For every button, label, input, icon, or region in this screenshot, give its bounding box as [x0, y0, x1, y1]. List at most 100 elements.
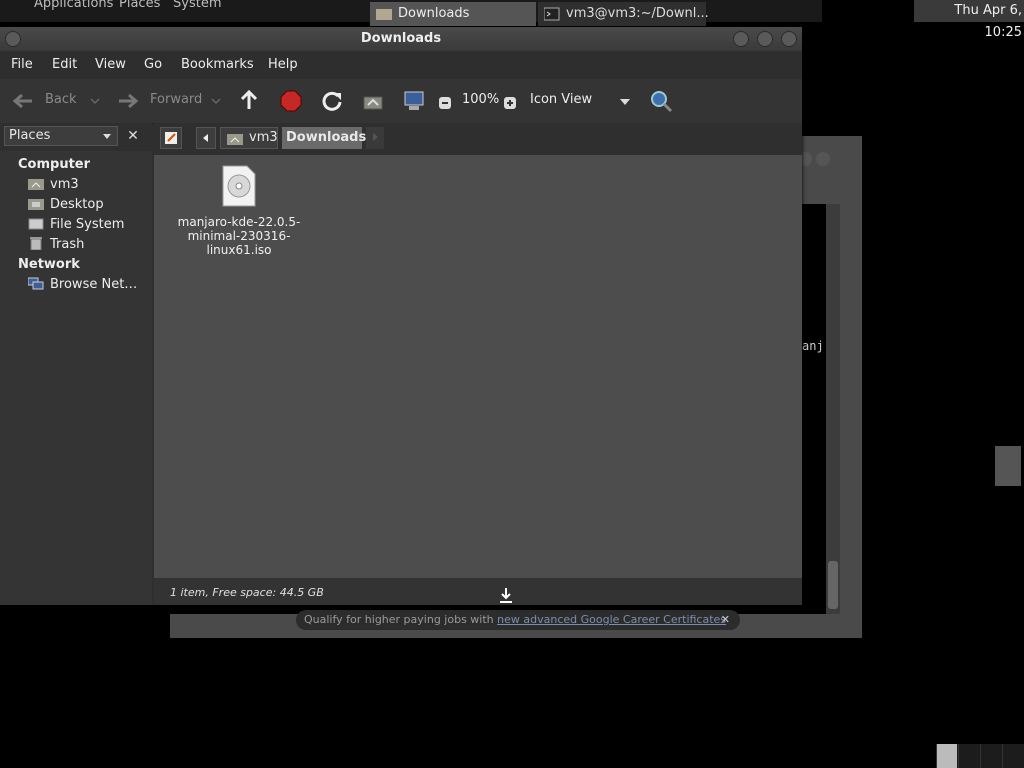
menu-help[interactable]: Help — [268, 57, 298, 72]
window-title: Downloads — [360, 31, 442, 46]
folder-icon — [376, 9, 392, 20]
menu-bookmarks[interactable]: Bookmarks — [181, 57, 254, 72]
status-text: 1 item, Free space: 44.5 GB — [170, 586, 324, 599]
sidebar-item-label: File System — [50, 217, 125, 232]
reload-icon[interactable] — [321, 90, 343, 112]
notification-text: Qualify for higher paying jobs with — [304, 613, 498, 626]
file-manager-window: Downloads File Edit View Go Bookmarks He… — [0, 27, 802, 605]
chevron-left-icon — [203, 134, 208, 142]
terminal-window-buttons[interactable] — [798, 152, 834, 170]
menu-file[interactable]: File — [11, 57, 33, 72]
close-button[interactable] — [781, 31, 797, 47]
clock[interactable]: Thu Apr 6, 10:25 — [914, 0, 1024, 40]
sidebar-item-trash[interactable]: Trash — [28, 237, 84, 255]
sidebar-item-file-system[interactable]: File System — [28, 217, 124, 235]
notification-bar: Qualify for higher paying jobs with new … — [296, 610, 740, 630]
terminal-gap — [0, 605, 166, 627]
places-dropdown-label: Places — [9, 128, 51, 143]
applications-menu[interactable]: Applications — [34, 0, 113, 11]
sidebar-heading-computer: Computer — [18, 157, 91, 172]
sidebar-item-label: Desktop — [50, 197, 104, 212]
sidebar-item-label: Browse Net… — [50, 277, 138, 292]
menu-go[interactable]: Go — [144, 57, 162, 72]
workspace-1[interactable] — [936, 744, 957, 768]
forward-button[interactable]: Forward — [150, 92, 202, 107]
notification-close-button[interactable]: ✕ — [721, 610, 730, 630]
taskbar-item-terminal[interactable]: vm3@vm3:~/Downl... — [538, 2, 709, 26]
sidebar-item-vm3[interactable]: vm3 — [28, 177, 79, 195]
places-sidebar: Computer vm3 Desktop File System Trash N… — [0, 151, 152, 605]
path-scroll-right-button[interactable] — [366, 127, 384, 149]
maximize-button[interactable] — [757, 31, 773, 47]
menubar: File Edit View Go Bookmarks Help — [0, 51, 802, 79]
sidebar-heading-network: Network — [18, 257, 80, 272]
terminal-icon — [544, 7, 560, 21]
edit-path-button[interactable] — [160, 127, 182, 149]
file-name-line: manjaro-kde-22.0.5- — [177, 215, 301, 229]
zoom-out-icon[interactable] — [438, 96, 452, 110]
path-bar: vm3 Downloads — [154, 123, 802, 153]
search-icon[interactable] — [649, 89, 673, 113]
trash-icon — [30, 237, 42, 250]
minimize-button[interactable] — [733, 31, 749, 47]
taskbar-item-label: Downloads — [398, 6, 470, 21]
home-folder-icon — [227, 134, 243, 145]
computer-icon[interactable] — [403, 90, 425, 112]
desktop-widget[interactable] — [995, 446, 1021, 486]
menu-view[interactable]: View — [95, 57, 126, 72]
sidebar-item-label: Trash — [50, 237, 85, 252]
forward-history-chevron-icon[interactable] — [211, 97, 221, 105]
places-bar: Places ✕ — [0, 123, 152, 149]
places-close-button[interactable]: ✕ — [124, 127, 142, 145]
file-view[interactable]: manjaro-kde-22.0.5- minimal-230316- linu… — [154, 155, 802, 605]
file-name: manjaro-kde-22.0.5- minimal-230316- linu… — [174, 215, 304, 257]
file-item[interactable]: manjaro-kde-22.0.5- minimal-230316- linu… — [174, 165, 304, 257]
zoom-in-icon[interactable] — [503, 96, 517, 110]
file-name-line: linux61.iso — [206, 243, 272, 257]
pencil-icon — [165, 132, 177, 144]
system-menu[interactable]: System — [173, 0, 221, 11]
forward-arrow-icon[interactable] — [117, 93, 139, 109]
places-dropdown[interactable]: Places — [4, 126, 118, 146]
home-icon[interactable] — [362, 91, 384, 111]
terminal-scrollbar[interactable] — [826, 204, 840, 614]
download-icon — [500, 588, 512, 603]
places-dropdown-chevron-icon — [103, 134, 111, 139]
view-mode-select[interactable]: Icon View — [530, 92, 592, 107]
path-segment-label: vm3 — [249, 130, 278, 145]
home-folder-icon — [28, 179, 44, 190]
chevron-right-icon — [373, 133, 378, 141]
terminal-partial-text: anj — [802, 339, 824, 353]
sidebar-item-label: vm3 — [50, 177, 79, 192]
stop-icon[interactable] — [280, 90, 302, 112]
notification-link[interactable]: new advanced Google Career Certificates — [497, 613, 726, 626]
back-arrow-icon[interactable] — [12, 93, 34, 109]
taskbar-item-downloads[interactable]: Downloads — [370, 2, 536, 26]
up-arrow-icon[interactable] — [239, 89, 259, 111]
path-scroll-left-button[interactable] — [196, 127, 216, 149]
back-button[interactable]: Back — [45, 92, 77, 107]
network-icon — [28, 277, 44, 290]
path-segment-vm3[interactable]: vm3 — [220, 127, 278, 149]
desktop-folder-icon — [28, 199, 44, 210]
disc-image-icon — [222, 165, 256, 207]
terminal-scrollbar-thumb[interactable] — [828, 561, 838, 609]
status-bar: 1 item, Free space: 44.5 GB — [154, 578, 802, 605]
workspace-switcher[interactable] — [936, 744, 1024, 768]
back-history-chevron-icon[interactable] — [90, 97, 100, 105]
titlebar[interactable]: Downloads — [0, 27, 802, 51]
workspace-3[interactable] — [980, 744, 1001, 768]
places-menu[interactable]: Places — [119, 0, 160, 11]
workspace-2[interactable] — [958, 744, 979, 768]
drive-icon — [28, 218, 44, 230]
sidebar-item-browse-network[interactable]: Browse Net… — [28, 277, 137, 295]
workspace-4[interactable] — [1002, 744, 1023, 768]
menu-edit[interactable]: Edit — [52, 57, 77, 72]
sidebar-item-desktop[interactable]: Desktop — [28, 197, 104, 215]
path-segment-downloads[interactable]: Downloads — [282, 127, 366, 149]
taskbar-item-label: vm3@vm3:~/Downl... — [566, 6, 709, 21]
toolbar: Back Forward 100% Icon View — [0, 79, 802, 124]
zoom-level[interactable]: 100% — [462, 92, 499, 107]
view-mode-chevron-icon[interactable] — [620, 99, 630, 105]
taskbar — [0, 742, 1024, 768]
